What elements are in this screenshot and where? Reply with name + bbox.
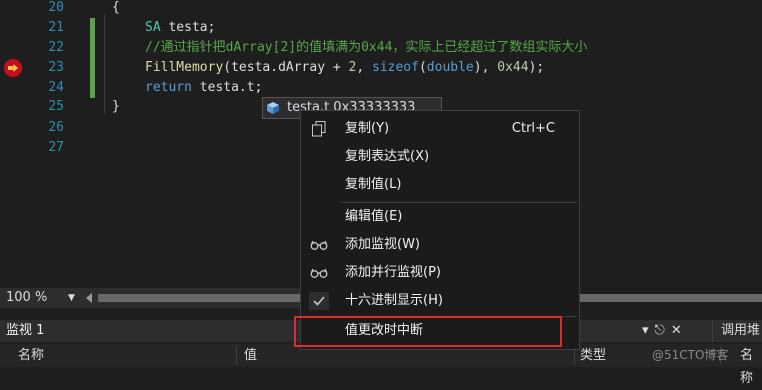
type-token: SA: [145, 20, 161, 35]
function-token: FillMemory: [145, 60, 224, 75]
glasses-icon: [309, 264, 329, 282]
code-text: {: [112, 0, 120, 15]
menu-item-copy-expression[interactable]: 复制表达式(X): [301, 143, 579, 171]
copy-icon: [309, 120, 329, 138]
code-line-24[interactable]: 24 return testa.t;: [0, 78, 762, 98]
column-name[interactable]: 名称: [18, 344, 44, 367]
scroll-thumb-right[interactable]: [580, 294, 762, 302]
menu-item-label: 添加并行监视(P): [345, 265, 441, 280]
keyword-token: double: [426, 60, 474, 75]
scroll-left-icon[interactable]: [86, 293, 92, 303]
line-number: 26: [48, 120, 64, 135]
column-name-2[interactable]: 名称: [740, 344, 762, 390]
change-marker: [90, 78, 95, 98]
line-number: 21: [48, 20, 64, 35]
zoom-dropdown-icon[interactable]: ▼: [68, 288, 75, 308]
change-marker: [90, 18, 95, 38]
menu-item-hex-display[interactable]: 十六进制显示(H): [301, 287, 579, 315]
glasses-icon: [309, 236, 329, 254]
change-marker: [90, 38, 95, 58]
menu-item-label: 编辑值(E): [345, 209, 403, 224]
line-number: 20: [48, 0, 64, 15]
comment-text: //通过指针把dArray[2]的值填满为0x44，实际上已经超过了数组实际大小: [145, 40, 588, 55]
menu-item-copy[interactable]: 复制(Y) Ctrl+C: [301, 115, 579, 143]
menu-item-copy-value[interactable]: 复制值(L): [301, 171, 579, 199]
code-line-21[interactable]: 21 SA testa;: [0, 18, 762, 38]
menu-item-add-watch[interactable]: 添加监视(W): [301, 231, 579, 259]
column-type[interactable]: 类型: [580, 344, 606, 367]
number-token: 0x44: [497, 60, 529, 75]
change-marker: [90, 58, 95, 78]
line-number: 25: [48, 99, 64, 114]
line-number: 24: [48, 80, 64, 95]
menu-item-edit-value[interactable]: 编辑值(E): [301, 203, 579, 231]
code-text: );: [528, 60, 545, 75]
code-text: ,: [356, 60, 372, 75]
panel-controls[interactable]: ▾ ⎋ ✕: [642, 320, 688, 342]
tab-call-stack[interactable]: 调用堆: [712, 320, 760, 342]
variable-cube-icon: [267, 102, 279, 114]
code-text: }: [112, 99, 120, 114]
code-line-20[interactable]: 20 {: [0, 0, 762, 18]
code-text: testa;: [160, 20, 216, 35]
keyword-token: return: [145, 80, 192, 95]
menu-item-shortcut: Ctrl+C: [511, 121, 555, 136]
code-text: (: [418, 60, 427, 75]
code-text: (testa.dArray +: [223, 60, 349, 75]
watch-panel-title[interactable]: 监视 1: [6, 320, 44, 342]
check-icon: [309, 292, 329, 310]
scroll-thumb[interactable]: [98, 294, 300, 302]
code-line-22[interactable]: 22 //通过指针把dArray[2]的值填满为0x44，实际上已经超过了数组实…: [0, 38, 762, 58]
code-text: ),: [473, 60, 498, 75]
menu-item-label: 添加监视(W): [345, 237, 420, 252]
code-text: testa.t;: [191, 80, 263, 95]
menu-item-label: 十六进制显示(H): [345, 293, 443, 308]
zoom-level[interactable]: 100 %: [6, 288, 47, 308]
horizontal-scrollbar[interactable]: [84, 292, 300, 304]
line-number: 23: [48, 60, 64, 75]
pin-icon[interactable]: ⎋: [655, 323, 665, 338]
dropdown-icon[interactable]: ▾: [642, 323, 649, 338]
menu-item-label: 复制表达式(X): [345, 149, 430, 164]
menu-item-label: 复制(Y): [345, 121, 390, 136]
menu-item-label: 复制值(L): [345, 177, 402, 192]
code-line-23[interactable]: 23 FillMemory(testa.dArray + 2, sizeof(d…: [0, 58, 762, 78]
keyword-token: sizeof: [372, 60, 419, 75]
menu-item-add-parallel-watch[interactable]: 添加并行监视(P): [301, 259, 579, 287]
line-number: 27: [48, 140, 64, 155]
highlight-box: [294, 316, 562, 347]
context-menu: 复制(Y) Ctrl+C 复制表达式(X) 复制值(L) 编辑值(E) 添加监视…: [300, 110, 580, 350]
line-number: 22: [48, 40, 64, 55]
watermark: @51CTO博客: [652, 348, 729, 362]
column-value[interactable]: 值: [244, 344, 257, 367]
column-divider[interactable]: [236, 346, 237, 365]
close-icon[interactable]: ✕: [671, 323, 682, 338]
